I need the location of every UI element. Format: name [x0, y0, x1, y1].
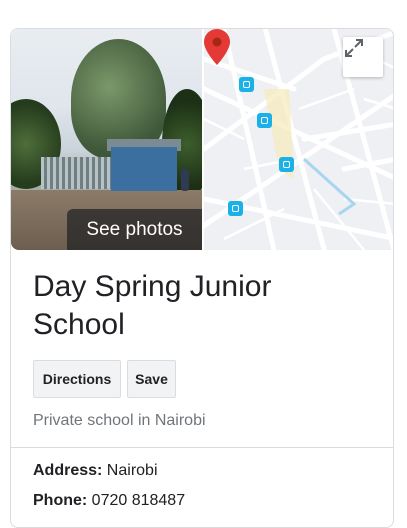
- map-thumbnail[interactable]: [204, 29, 393, 250]
- divider: [11, 447, 393, 448]
- place-photo[interactable]: See photos: [11, 29, 202, 250]
- bus-stop-icon: [279, 157, 294, 172]
- location-pin-icon: [204, 29, 230, 65]
- bus-stop-icon: [239, 77, 254, 92]
- address-row: Address: Nairobi: [33, 462, 393, 480]
- see-photos-button[interactable]: See photos: [67, 209, 202, 250]
- address-label: Address:: [33, 462, 103, 479]
- bus-stop-icon: [257, 113, 272, 128]
- phone-label: Phone:: [33, 492, 88, 509]
- directions-button[interactable]: Directions: [33, 360, 121, 398]
- place-category: Private school in Nairobi: [33, 412, 206, 429]
- address-value[interactable]: Nairobi: [102, 462, 158, 479]
- knowledge-panel-card: See photos Day Spring Junior School Dire…: [10, 28, 394, 528]
- phone-value[interactable]: 0720 818487: [87, 492, 185, 509]
- bus-stop-icon: [228, 201, 243, 216]
- media-row: See photos: [11, 29, 393, 250]
- action-buttons: Directions Save: [33, 360, 393, 398]
- expand-icon: [345, 39, 363, 57]
- phone-row: Phone: 0720 818487: [33, 492, 393, 510]
- save-button[interactable]: Save: [127, 360, 176, 398]
- expand-map-button[interactable]: [343, 37, 383, 77]
- place-title: Day Spring Junior School: [33, 270, 272, 341]
